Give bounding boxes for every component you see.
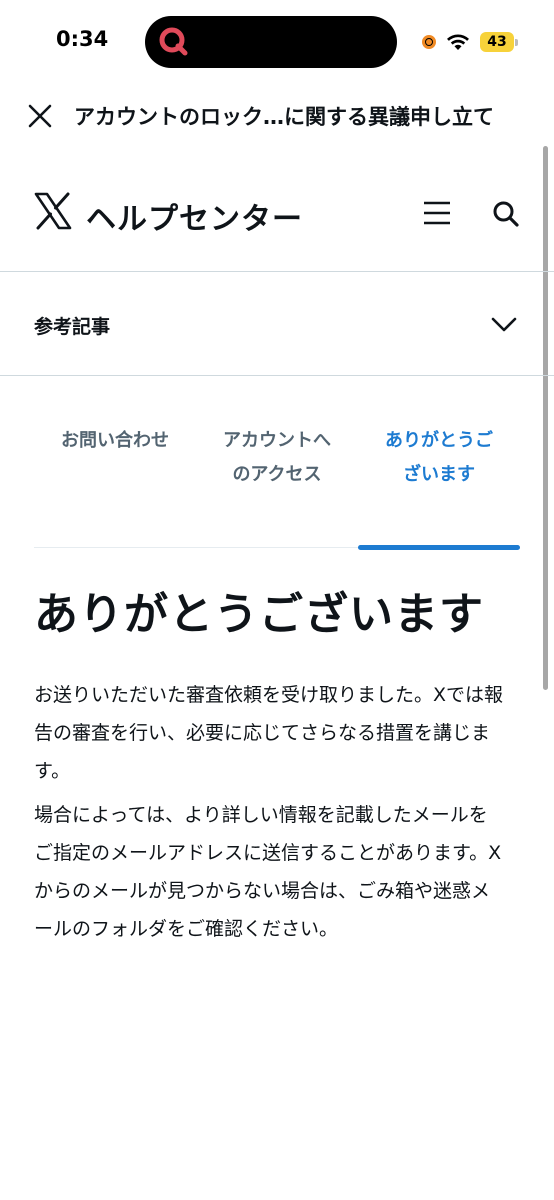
chevron-down-icon: [491, 317, 517, 332]
step-thank-you: ありがとうございます: [358, 424, 520, 548]
status-time: 0:34: [56, 27, 109, 51]
step-label: お問い合わせ: [61, 430, 169, 451]
email-info-paragraph: 場合によっては、より詳しい情報を記載したメールをご指定のメールアドレスに送信する…: [34, 804, 502, 940]
close-icon: [28, 104, 52, 128]
app-activity-icon: [159, 27, 188, 56]
search-icon[interactable]: [492, 200, 520, 228]
webview-header: アカウントのロック…に関する異議申し立て: [0, 84, 554, 144]
status-bar: 0:34 43: [0, 0, 554, 84]
close-button[interactable]: [26, 102, 54, 130]
site-title[interactable]: ヘルプセンター: [86, 194, 303, 238]
step-account-access: アカウントへのアクセス: [196, 424, 358, 548]
battery-indicator: 43: [480, 32, 518, 52]
active-step-indicator: [358, 545, 520, 550]
wifi-icon: [447, 34, 469, 50]
hamburger-menu-icon[interactable]: [422, 200, 452, 226]
x-logo-icon[interactable]: [34, 192, 72, 230]
webview-title: アカウントのロック…に関する異議申し立て: [74, 105, 494, 129]
confirmation-paragraph: お送りいただいた審査依頼を受け取りました。Xでは報告の審査を行い、必要に応じてさ…: [34, 684, 504, 782]
dynamic-island: [145, 16, 397, 68]
step-label: アカウントへのアクセス: [223, 430, 331, 485]
battery-cap: [515, 38, 518, 46]
step-contact: お問い合わせ: [34, 424, 196, 548]
step-tabs: お問い合わせ アカウントへのアクセス ありがとうございます: [34, 424, 520, 550]
page-heading: ありがとうございます: [34, 589, 484, 640]
related-articles-toggle[interactable]: 参考記事: [0, 272, 554, 376]
help-center-header: ヘルプセンター: [0, 150, 554, 272]
recording-indicator-icon: [422, 35, 436, 49]
battery-level: 43: [480, 32, 514, 52]
step-label: ありがとうございます: [385, 430, 493, 485]
related-articles-label: 参考記事: [34, 316, 111, 338]
status-indicators: 43: [422, 30, 518, 54]
